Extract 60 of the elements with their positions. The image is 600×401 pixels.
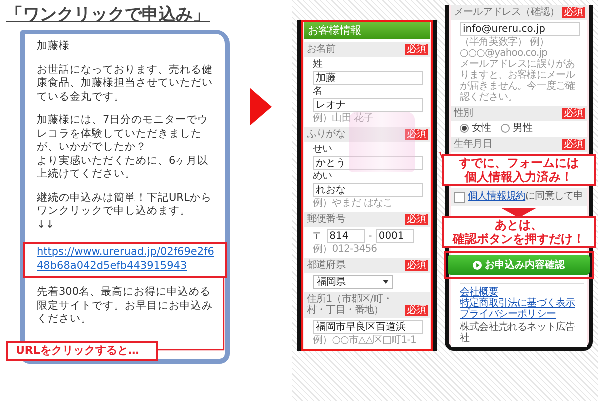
field-label: せい xyxy=(313,144,334,155)
required-badge: 必須 xyxy=(404,129,428,140)
footer-link[interactable]: プライバシーポリシー xyxy=(460,309,584,320)
footer-link[interactable]: 特定商取引法に基づく表示 xyxy=(460,298,584,309)
text-field[interactable]: 福岡市早良区百道浜 xyxy=(313,320,423,334)
field-label: めい xyxy=(313,171,334,182)
message-text: 加藤様 xyxy=(37,40,71,54)
hint-text: 例）○○市△△区□町1-1 xyxy=(313,335,418,346)
field-label: お名前 xyxy=(307,44,336,55)
text-field[interactable]: 加藤 xyxy=(313,71,423,85)
field-label: 郵便番号 xyxy=(307,214,346,225)
field-label: 名 xyxy=(313,86,324,97)
required-badge: 必須 xyxy=(562,139,585,150)
terms-link[interactable]: 個人情報規約 xyxy=(468,191,526,202)
hint-text: 例）やまだ はなこ xyxy=(313,198,394,209)
url-link[interactable]: https://www.ureruad.jp/02f69e2f648b68a042d5efb443915943 xyxy=(37,246,217,273)
right-arrow-icon xyxy=(250,88,272,126)
required-badge: 必須 xyxy=(404,305,428,316)
field-label: 性別 xyxy=(454,108,474,119)
callout: あとは、 確認ボタンを押すだけ！ xyxy=(442,216,596,248)
text-field[interactable]: info@ureru.co.jp xyxy=(460,22,580,36)
text-field[interactable]: レオナ xyxy=(313,98,423,112)
hint-text: メールアドレスに誤りがありますと、お客様にメールが届きません。今一度ご確認ください。 xyxy=(460,59,576,103)
caret-icon xyxy=(383,280,389,284)
required-badge: 必須 xyxy=(562,7,585,18)
field-label: 住所1（市郡区/町・村・丁目・番地） xyxy=(307,294,394,316)
consent-text: 個人情報規約に同意して申 xyxy=(468,191,584,202)
required-badge: 必須 xyxy=(562,108,585,119)
form-header: お客様情報 xyxy=(304,22,430,39)
message-text: 加藤様には、7日分のモニターでウレコラを体験していただきましたが、いかがでしたか？ より実感いただくために、6ヶ月以上続けてください。 xyxy=(37,114,210,182)
required-badge: 必須 xyxy=(404,260,428,271)
zip-field[interactable]: 0001 xyxy=(376,229,414,243)
play-icon xyxy=(473,260,482,270)
message-text: 先着300名、最高にお得に申込める限定サイトです。お早目にお申込みください。 xyxy=(37,286,214,326)
company-name: 株式会社売れるネット広告社 xyxy=(460,322,576,344)
prefecture-select[interactable]: 福岡県 xyxy=(313,275,393,289)
field-label: 生年月日 xyxy=(454,139,492,150)
page-title: 「ワンクリックで申込み」 xyxy=(6,4,210,26)
postal-mark: 〒 xyxy=(313,230,323,242)
text-field[interactable]: れおな xyxy=(313,183,423,197)
text-field[interactable]: かとう xyxy=(313,156,423,170)
field-label: 都道府県 xyxy=(307,260,346,271)
hint-text: ○○○@yahoo.co.jp xyxy=(460,48,549,59)
radio-option[interactable]: 女性 xyxy=(460,123,492,134)
separator: - xyxy=(368,230,372,242)
required-badge: 必須 xyxy=(404,214,428,225)
callout: URLをクリックすると… xyxy=(6,341,158,361)
zip-field[interactable]: 814 xyxy=(326,229,365,243)
checkbox[interactable] xyxy=(454,192,465,203)
radio-option[interactable]: 男性 xyxy=(501,123,532,134)
field-label: 姓 xyxy=(313,59,324,70)
hint-text: 例）山田 花子 xyxy=(313,113,374,124)
footer-link[interactable]: 会社概要 xyxy=(460,287,584,298)
hint-text: （半角英数字） 例） xyxy=(460,37,550,48)
hint-text: 例）012-3456 xyxy=(313,244,378,255)
message-text: 継続の申込みは簡単！下記URLからワンクリックで申し込めます。 ↓↓ xyxy=(37,192,213,232)
required-badge: 必須 xyxy=(404,44,428,55)
message-text: お世話になっております、売れる健康食品、加藤様担当させていただいている金丸です。 xyxy=(37,64,214,104)
field-label: メールアドレス（確認） xyxy=(454,7,560,18)
field-label: ふりがな xyxy=(307,129,346,140)
